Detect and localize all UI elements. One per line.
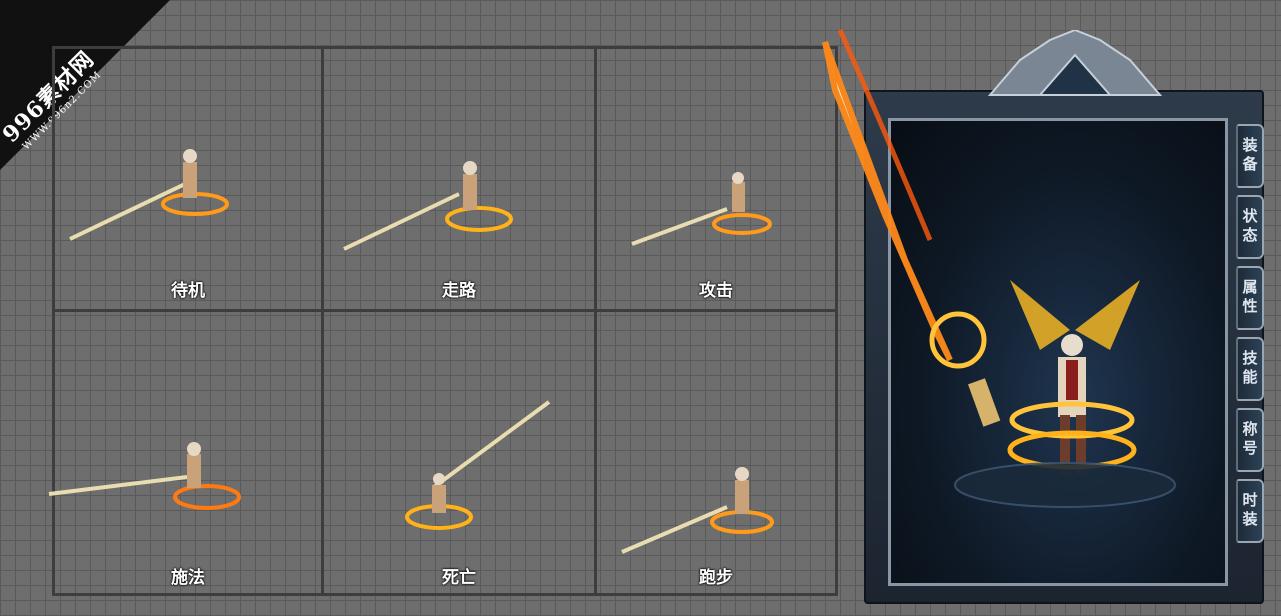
action-grid: 待机 走路 攻击 施法 死亡 跑步 [48,46,838,596]
action-cell-run[interactable]: 跑步 [597,312,838,596]
action-label: 跑步 [699,568,733,588]
action-cell-walk[interactable]: 走路 [324,49,597,312]
attack-sprite [631,172,772,246]
action-cell-cast[interactable]: 施法 [48,312,324,596]
panel-crown-ornament [987,30,1163,96]
tab-fashion[interactable]: 时装 [1236,479,1264,543]
tab-attributes[interactable]: 属性 [1236,266,1264,330]
tab-status[interactable]: 状态 [1236,195,1264,259]
run-sprite [621,467,774,554]
death-sprite [405,400,551,530]
tab-equipment[interactable]: 装备 [1236,124,1264,188]
action-cell-death[interactable]: 死亡 [324,312,597,596]
action-label: 攻击 [699,281,733,301]
tab-skills[interactable]: 技能 [1236,337,1264,401]
action-label: 待机 [171,281,205,301]
action-label: 施法 [171,568,205,588]
action-label: 死亡 [442,568,476,588]
panel-tabs: 装备 状态 属性 技能 称号 时装 [1236,124,1266,550]
action-cell-attack[interactable]: 攻击 [597,49,838,312]
walk-sprite [343,161,513,251]
idle-sprite [69,149,229,241]
character-preview [888,118,1228,586]
cast-sprite [48,442,241,510]
tab-titles[interactable]: 称号 [1236,408,1264,472]
action-label: 走路 [442,281,476,301]
action-cell-idle[interactable]: 待机 [55,49,324,312]
